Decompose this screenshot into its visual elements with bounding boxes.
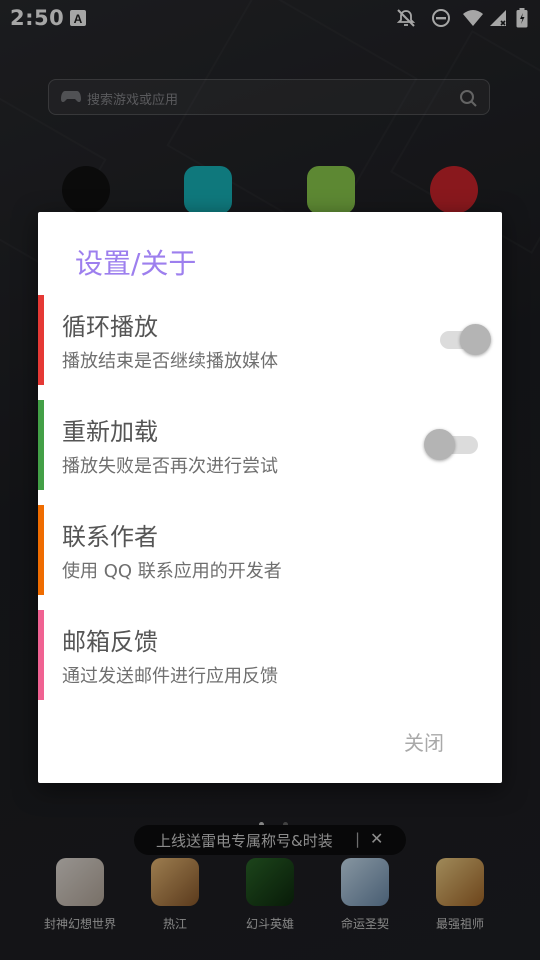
setting-subtitle: 播放结束是否继续播放媒体 (62, 351, 278, 372)
settings-dialog: 设置/关于 循环播放 播放结束是否继续播放媒体 重新加载 播放失败是否再次进行尝… (38, 212, 502, 783)
row-accent-bar (38, 400, 44, 490)
row-accent-bar (38, 610, 44, 700)
setting-reload[interactable]: 重新加载 播放失败是否再次进行尝试 (38, 400, 502, 490)
close-button[interactable]: 关闭 (404, 727, 444, 756)
dialog-title: 设置/关于 (75, 247, 197, 280)
setting-title: 重新加载 (62, 418, 158, 446)
loop-playback-toggle[interactable] (440, 322, 491, 356)
setting-title: 联系作者 (62, 523, 158, 551)
row-accent-bar (38, 505, 44, 595)
toggle-thumb (460, 324, 491, 355)
setting-email-feedback[interactable]: 邮箱反馈 通过发送邮件进行应用反馈 (38, 610, 502, 700)
setting-subtitle: 通过发送邮件进行应用反馈 (62, 666, 278, 687)
setting-contact-author[interactable]: 联系作者 使用 QQ 联系应用的开发者 (38, 505, 502, 595)
row-accent-bar (38, 295, 44, 385)
setting-title: 邮箱反馈 (62, 628, 158, 656)
toggle-thumb (424, 429, 455, 460)
setting-subtitle: 播放失败是否再次进行尝试 (62, 456, 278, 477)
setting-title: 循环播放 (62, 313, 158, 341)
reload-toggle[interactable] (424, 427, 478, 461)
setting-loop-playback[interactable]: 循环播放 播放结束是否继续播放媒体 (38, 295, 502, 385)
setting-subtitle: 使用 QQ 联系应用的开发者 (62, 561, 282, 582)
